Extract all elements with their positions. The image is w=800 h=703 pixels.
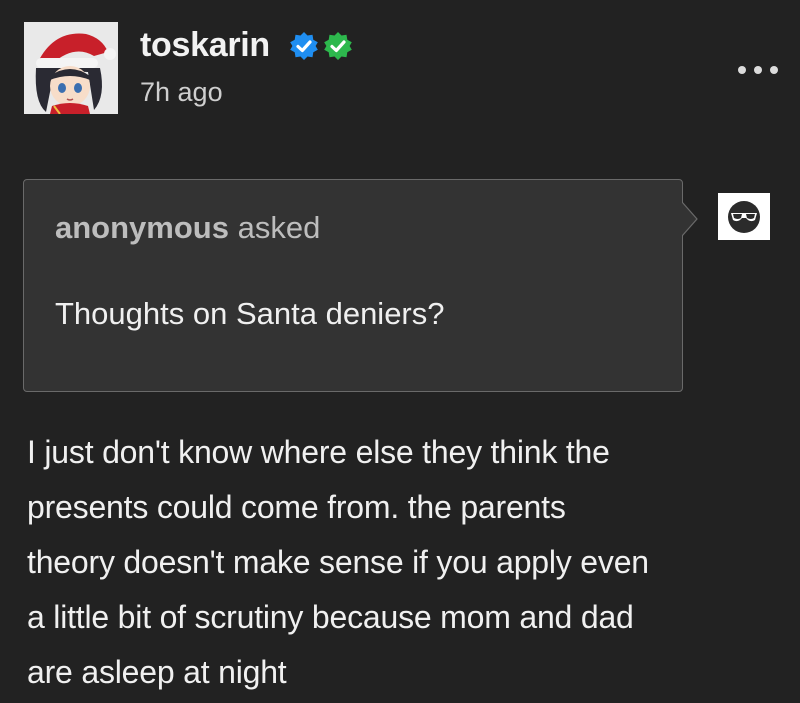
menu-dot (770, 66, 778, 74)
ask-box-pointer (682, 202, 698, 236)
asked-label: asked (237, 210, 321, 245)
ask-question: Thoughts on Santa deniers? (55, 296, 445, 331)
answer-line: are asleep at night (27, 654, 287, 690)
menu-dot (738, 66, 746, 74)
author-username[interactable]: toskarin (140, 26, 270, 65)
post-card: toskarin 7h ago anonymous asked Thoughts… (0, 0, 800, 703)
answer-line: I just don't know where else they think … (27, 434, 610, 470)
answer-line: presents could come from. the parents (27, 489, 566, 525)
ask-header: anonymous asked (55, 210, 320, 246)
author-avatar[interactable] (24, 22, 118, 114)
anonymous-sunglasses-icon (718, 193, 770, 240)
menu-dot (754, 66, 762, 74)
green-verified-badge-icon[interactable] (323, 31, 353, 61)
asker-avatar (718, 193, 770, 240)
more-options-icon[interactable] (738, 60, 778, 80)
verification-badges (289, 31, 353, 61)
asker-name: anonymous (55, 210, 229, 245)
blue-verified-badge-icon[interactable] (289, 31, 319, 61)
post-timestamp[interactable]: 7h ago (140, 77, 223, 108)
ask-box: anonymous asked Thoughts on Santa denier… (23, 179, 683, 392)
answer-text: I just don't know where else they think … (27, 425, 787, 700)
answer-line: a little bit of scrutiny because mom and… (27, 599, 634, 635)
answer-line: theory doesn't make sense if you apply e… (27, 544, 649, 580)
anime-santa-avatar-icon (24, 22, 118, 114)
